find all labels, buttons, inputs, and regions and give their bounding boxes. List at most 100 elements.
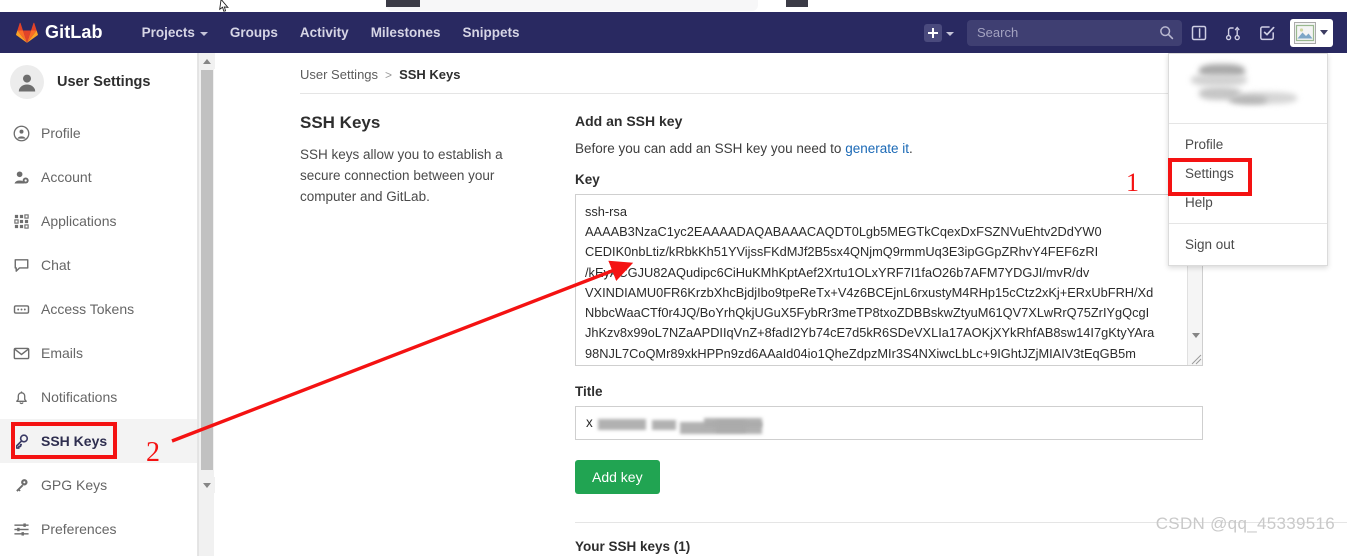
page-description: SSH keys allow you to establish a secure… bbox=[300, 147, 503, 204]
breadcrumb-parent[interactable]: User Settings bbox=[300, 67, 378, 82]
primary-nav-items: Projects Groups Activity Milestones Snip… bbox=[131, 19, 531, 46]
form-description: Before you can add an SSH key you need t… bbox=[575, 141, 1235, 156]
nav-item-milestones[interactable]: Milestones bbox=[360, 19, 452, 46]
nav-item-projects[interactable]: Projects bbox=[131, 19, 219, 46]
user-menu-button[interactable] bbox=[1290, 18, 1333, 47]
chevron-down-icon bbox=[199, 31, 208, 36]
breadcrumb-current: SSH Keys bbox=[399, 67, 461, 82]
add-key-button[interactable]: Add key bbox=[575, 460, 660, 494]
new-item-button[interactable] bbox=[919, 21, 959, 45]
sidebar-item-applications[interactable]: Applications bbox=[0, 199, 197, 243]
user-dropdown-menu: Profile Settings Help Sign out bbox=[1168, 53, 1328, 266]
nav-item-projects-label: Projects bbox=[141, 25, 195, 40]
ssh-key-line: /kEyACGJU82AQudipc6CiHuKMhKptAef2Xrtu1OL… bbox=[585, 264, 1090, 280]
sidebar-item-chat[interactable]: Chat bbox=[0, 243, 197, 287]
form-description-prefix: Before you can add an SSH key you need t… bbox=[575, 141, 846, 156]
user-menu-item-help[interactable]: Help bbox=[1169, 188, 1327, 217]
nav-item-groups[interactable]: Groups bbox=[219, 19, 289, 46]
sidebar-item-chat-label: Chat bbox=[41, 257, 71, 273]
user-menu-item-profile[interactable]: Profile bbox=[1169, 130, 1327, 159]
redaction-block bbox=[1191, 74, 1247, 86]
key-solid-icon bbox=[12, 477, 30, 494]
your-ssh-keys-heading: Your SSH keys (1) bbox=[575, 539, 691, 554]
settings-description-column: SSH Keys SSH keys allow you to establish… bbox=[300, 113, 575, 554]
user-settings-sidebar: User Settings Profile Account Applicatio… bbox=[0, 53, 198, 556]
search-input[interactable] bbox=[975, 24, 1174, 41]
sidebar-item-emails[interactable]: Emails bbox=[0, 331, 197, 375]
sliders-icon bbox=[12, 521, 30, 538]
ssh-key-line: 98NJL7CoQMr89xkHPPn9zd6AAaId04io1QheZdpz… bbox=[585, 345, 1136, 361]
generate-it-link[interactable]: generate it bbox=[845, 141, 909, 156]
scroll-down-arrow-icon[interactable] bbox=[199, 477, 215, 493]
token-card-icon bbox=[12, 301, 30, 318]
scrollbar-thumb[interactable] bbox=[201, 70, 213, 470]
browser-tab-strip bbox=[386, 0, 758, 11]
sidebar-item-ssh-keys-label: SSH Keys bbox=[41, 433, 108, 449]
gitlab-logo[interactable]: GitLab bbox=[16, 22, 103, 43]
sidebar-item-ssh-keys[interactable]: SSH Keys bbox=[0, 419, 197, 463]
sidebar-scrollbar[interactable] bbox=[198, 53, 215, 556]
sidebar-item-preferences[interactable]: Preferences bbox=[0, 507, 197, 551]
sidebar-user-header: User Settings bbox=[0, 53, 197, 111]
chevron-down-icon bbox=[1320, 30, 1328, 35]
plus-square-icon bbox=[924, 23, 942, 42]
key-field-label: Key bbox=[575, 172, 600, 187]
bell-icon bbox=[12, 389, 30, 406]
sidebar-item-applications-label: Applications bbox=[41, 213, 117, 229]
browser-field-left bbox=[386, 0, 420, 7]
sidebar-item-access-tokens[interactable]: Access Tokens bbox=[0, 287, 197, 331]
topnav-right-cluster bbox=[919, 16, 1347, 50]
sidebar-item-preferences-label: Preferences bbox=[41, 521, 117, 537]
sidebar-item-emails-label: Emails bbox=[41, 345, 84, 361]
merge-requests-icon[interactable] bbox=[1216, 16, 1250, 50]
gitlab-wordmark: GitLab bbox=[45, 22, 103, 42]
ssh-key-line: AAAAB3NzaC1yc2EAAAADAQABAAACAQDT0Lgb5MEG… bbox=[585, 224, 1102, 240]
issues-icon[interactable] bbox=[1182, 16, 1216, 50]
search-icon bbox=[1159, 25, 1174, 45]
chevron-down-icon bbox=[946, 31, 954, 36]
nav-item-activity[interactable]: Activity bbox=[289, 19, 360, 46]
todos-icon[interactable] bbox=[1250, 16, 1284, 50]
key-icon bbox=[12, 433, 30, 450]
ssh-key-title-input[interactable]: x bbox=[575, 406, 1203, 440]
csdn-watermark: CSDN @qq_45339516 bbox=[1155, 514, 1335, 533]
form-title: Add an SSH key bbox=[575, 113, 683, 129]
title-input-value: x bbox=[586, 415, 593, 430]
sidebar-item-notifications[interactable]: Notifications bbox=[0, 375, 197, 419]
sidebar-item-gpg-keys[interactable]: GPG Keys bbox=[0, 463, 197, 507]
add-ssh-key-form: Add an SSH key Before you can add an SSH… bbox=[575, 113, 1347, 554]
sidebar-item-gpg-keys-label: GPG Keys bbox=[41, 477, 108, 493]
scroll-up-arrow-icon[interactable] bbox=[199, 53, 215, 69]
ssh-key-line: JhKzv8x99oL7NZaAPDIIqVnZ+8fadI2Yb74cE7d5… bbox=[585, 325, 1155, 341]
user-menu-item-sign-out[interactable]: Sign out bbox=[1169, 230, 1327, 259]
sidebar-item-access-tokens-label: Access Tokens bbox=[41, 301, 135, 317]
key-textarea-wrap: ssh-rsa AAAAB3NzaC1yc2EAAAADAQABAAACAQDT0… bbox=[575, 194, 1203, 366]
global-search[interactable] bbox=[967, 19, 1182, 46]
sidebar-item-account[interactable]: Account bbox=[0, 155, 197, 199]
sidebar-item-profile[interactable]: Profile bbox=[0, 111, 197, 155]
ssh-key-line: VXINDIAMU0FR6KrzbXhcBjdjIbo9tpeReTx+V4z6… bbox=[585, 284, 1154, 300]
user-circle-icon bbox=[12, 125, 30, 142]
ssh-key-line: NbbcWaaCTf0r4JQ/BoYrhQkjUGuX5FybRr3meTP8… bbox=[585, 305, 1150, 321]
redaction-block bbox=[598, 419, 646, 430]
textarea-resize-handle[interactable] bbox=[1189, 352, 1202, 365]
ssh-key-textarea[interactable]: ssh-rsa AAAAB3NzaC1yc2EAAAADAQABAAACAQDT0… bbox=[575, 194, 1203, 366]
nav-item-milestones-label: Milestones bbox=[370, 25, 441, 40]
top-navigation-bar: GitLab Projects Groups Activity Mileston… bbox=[0, 12, 1347, 53]
grid-dots-icon bbox=[12, 213, 30, 230]
form-description-suffix: . bbox=[908, 141, 913, 156]
user-menu-item-settings[interactable]: Settings bbox=[1169, 159, 1327, 188]
browser-field-right bbox=[786, 0, 808, 7]
user-dropdown-secondary-section: Sign out bbox=[1169, 224, 1327, 265]
browser-chrome-sliver bbox=[0, 0, 1347, 12]
redaction-block bbox=[716, 421, 746, 432]
ssh-key-line: ssh-rsa bbox=[585, 204, 627, 219]
nav-item-snippets[interactable]: Snippets bbox=[451, 19, 530, 46]
ssh-key-line: CEDIK0nbLtiz/kRbkKh51YVijssFKdMJf2B5sx4Q… bbox=[585, 244, 1099, 260]
title-field-label: Title bbox=[575, 384, 603, 399]
user-gear-icon bbox=[12, 169, 30, 186]
scroll-down-arrow-icon[interactable] bbox=[1188, 328, 1203, 343]
page-title: SSH Keys bbox=[300, 113, 381, 132]
nav-item-activity-label: Activity bbox=[299, 25, 349, 40]
breadcrumb-separator: > bbox=[385, 67, 393, 82]
